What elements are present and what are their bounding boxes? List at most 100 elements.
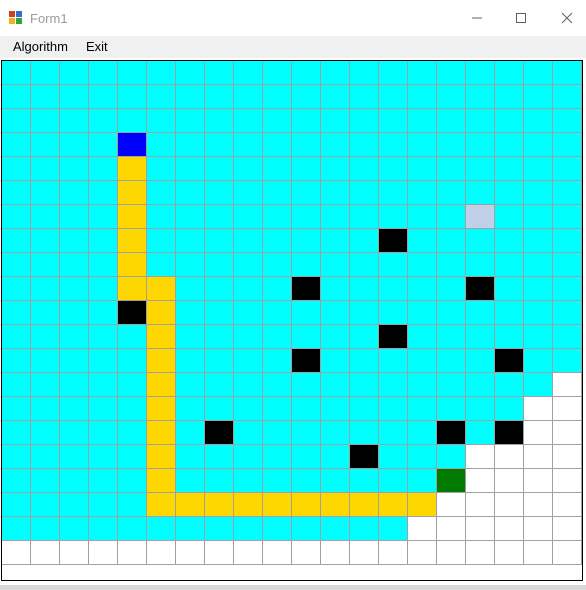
grid-cell-visited[interactable] (495, 109, 524, 133)
grid-cell-visited[interactable] (524, 229, 553, 253)
grid-cell-visited[interactable] (31, 349, 60, 373)
grid-cell-visited[interactable] (60, 445, 89, 469)
grid-cell-visited[interactable] (2, 349, 31, 373)
grid-cell-visited[interactable] (379, 205, 408, 229)
grid-cell-visited[interactable] (89, 229, 118, 253)
grid-cell-start[interactable] (118, 133, 147, 157)
grid-cell-visited[interactable] (89, 61, 118, 85)
grid-cell-visited[interactable] (292, 229, 321, 253)
grid-cell-visited[interactable] (176, 445, 205, 469)
grid-cell-visited[interactable] (553, 133, 582, 157)
grid-cell-visited[interactable] (553, 181, 582, 205)
grid-cell-visited[interactable] (234, 61, 263, 85)
grid-cell-unvisited[interactable] (553, 517, 582, 541)
grid-cell-unvisited[interactable] (524, 541, 553, 565)
grid-cell-visited[interactable] (292, 85, 321, 109)
grid-cell-obstacle[interactable] (466, 277, 495, 301)
grid-cell-unvisited[interactable] (553, 421, 582, 445)
grid-cell-visited[interactable] (60, 373, 89, 397)
grid-cell-visited[interactable] (379, 133, 408, 157)
grid-cell-visited[interactable] (408, 469, 437, 493)
grid-cell-visited[interactable] (321, 325, 350, 349)
grid-cell-path[interactable] (350, 493, 379, 517)
grid-cell-visited[interactable] (60, 229, 89, 253)
grid-cell-visited[interactable] (176, 421, 205, 445)
grid-cell-visited[interactable] (60, 277, 89, 301)
grid-cell-visited[interactable] (379, 469, 408, 493)
grid-cell-visited[interactable] (408, 349, 437, 373)
grid-cell-unvisited[interactable] (118, 541, 147, 565)
grid-cell-visited[interactable] (437, 109, 466, 133)
grid-cell-visited[interactable] (379, 397, 408, 421)
grid-cell-visited[interactable] (2, 229, 31, 253)
grid-cell-visited[interactable] (31, 85, 60, 109)
grid-cell-visited[interactable] (466, 133, 495, 157)
grid-cell-visited[interactable] (321, 109, 350, 133)
grid-cell-visited[interactable] (379, 277, 408, 301)
grid-cell-visited[interactable] (60, 109, 89, 133)
grid-cell-visited[interactable] (234, 205, 263, 229)
grid-cell-visited[interactable] (437, 205, 466, 229)
grid-cell-visited[interactable] (466, 397, 495, 421)
grid-cell-visited[interactable] (89, 517, 118, 541)
grid-cell-visited[interactable] (176, 85, 205, 109)
grid-cell-visited[interactable] (89, 277, 118, 301)
grid-cell-visited[interactable] (205, 157, 234, 181)
grid-cell-visited[interactable] (118, 445, 147, 469)
grid-cell-visited[interactable] (408, 85, 437, 109)
grid-cell-path[interactable] (118, 181, 147, 205)
grid-cell-visited[interactable] (379, 181, 408, 205)
grid-cell-visited[interactable] (205, 85, 234, 109)
grid-cell-obstacle[interactable] (495, 349, 524, 373)
grid-cell-visited[interactable] (89, 133, 118, 157)
grid-cell-visited[interactable] (495, 205, 524, 229)
grid-cell-visited[interactable] (147, 85, 176, 109)
grid-cell-visited[interactable] (321, 133, 350, 157)
grid-cell-visited[interactable] (466, 157, 495, 181)
grid-cell-path[interactable] (118, 253, 147, 277)
grid-cell-visited[interactable] (147, 109, 176, 133)
grid-cell-visited[interactable] (60, 469, 89, 493)
grid-cell-visited[interactable] (350, 469, 379, 493)
grid-cell-visited[interactable] (524, 109, 553, 133)
grid-cell-visited[interactable] (60, 517, 89, 541)
grid-cell-visited[interactable] (118, 397, 147, 421)
grid-cell-unvisited[interactable] (553, 373, 582, 397)
grid-cell-visited[interactable] (2, 421, 31, 445)
grid-cell-visited[interactable] (437, 325, 466, 349)
grid-cell-visited[interactable] (118, 373, 147, 397)
grid-cell-visited[interactable] (147, 229, 176, 253)
grid-cell-visited[interactable] (379, 349, 408, 373)
grid-cell-visited[interactable] (31, 397, 60, 421)
grid-cell-visited[interactable] (60, 349, 89, 373)
grid-cell-visited[interactable] (234, 517, 263, 541)
grid-cell-unvisited[interactable] (466, 541, 495, 565)
grid-cell-visited[interactable] (524, 277, 553, 301)
grid-cell-path[interactable] (118, 277, 147, 301)
grid-cell-visited[interactable] (379, 109, 408, 133)
grid-cell-visited[interactable] (176, 253, 205, 277)
grid-cell-visited[interactable] (524, 157, 553, 181)
grid-cell-path[interactable] (408, 493, 437, 517)
grid-cell-visited[interactable] (466, 301, 495, 325)
grid-cell-visited[interactable] (553, 205, 582, 229)
grid-cell-visited[interactable] (31, 301, 60, 325)
grid-cell-visited[interactable] (89, 421, 118, 445)
grid-cell-path[interactable] (147, 397, 176, 421)
grid-cell-visited[interactable] (321, 517, 350, 541)
grid-cell-selected[interactable] (466, 205, 495, 229)
grid-cell-visited[interactable] (31, 469, 60, 493)
grid-cell-visited[interactable] (205, 373, 234, 397)
grid-cell-visited[interactable] (205, 517, 234, 541)
grid-cell-path[interactable] (147, 277, 176, 301)
grid-cell-visited[interactable] (437, 397, 466, 421)
grid-cell-visited[interactable] (292, 157, 321, 181)
grid-cell-visited[interactable] (2, 517, 31, 541)
grid-cell-visited[interactable] (60, 133, 89, 157)
grid-cell-visited[interactable] (118, 325, 147, 349)
grid-cell-visited[interactable] (437, 373, 466, 397)
grid-cell-visited[interactable] (176, 229, 205, 253)
grid-cell-visited[interactable] (60, 397, 89, 421)
grid-cell-visited[interactable] (495, 61, 524, 85)
grid-cell-visited[interactable] (437, 229, 466, 253)
